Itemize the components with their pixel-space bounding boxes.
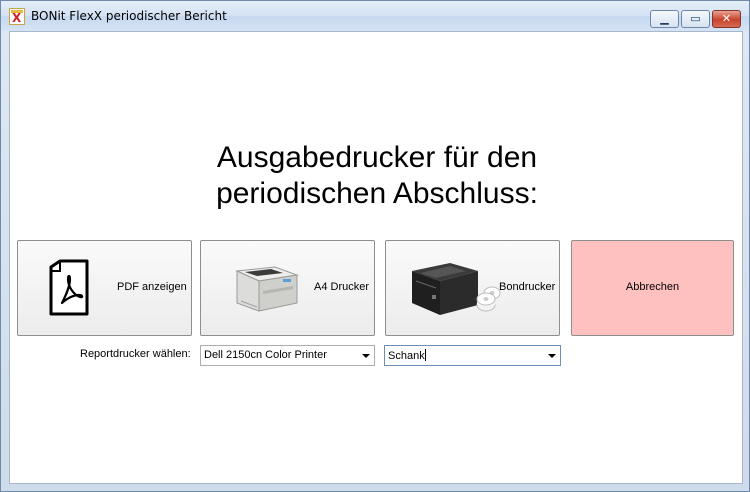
receipt-printer-button[interactable]: Bondrucker	[385, 240, 560, 336]
receipt-printer-button-label: Bondrucker	[499, 281, 556, 293]
app-window: X BONit FlexX periodischer Bericht ▁ ▭ ✕…	[0, 0, 750, 492]
maximize-icon: ▭	[690, 12, 701, 25]
chevron-down-icon[interactable]	[362, 354, 370, 358]
receipt-printer-icon	[412, 263, 501, 315]
pdf-button-label: PDF anzeigen	[117, 281, 187, 293]
chevron-down-icon[interactable]	[548, 354, 556, 358]
minimize-icon: ▁	[660, 12, 669, 25]
minimize-button[interactable]: ▁	[650, 10, 679, 28]
maximize-button[interactable]: ▭	[681, 10, 710, 28]
window-controls: ▁ ▭ ✕	[648, 10, 741, 28]
client-area: Ausgabedrucker für den periodischen Absc…	[9, 31, 743, 484]
cancel-button-label: Abbrechen	[625, 281, 680, 293]
close-icon: ✕	[721, 12, 732, 25]
page-title-line-1: Ausgabedrucker für den	[216, 141, 538, 174]
close-button[interactable]: ✕	[712, 10, 741, 28]
a4-printer-button[interactable]: A4 Drucker	[200, 240, 375, 336]
receipt-printer-select[interactable]: Schank	[384, 345, 561, 366]
laser-printer-icon	[235, 266, 299, 312]
title-bar[interactable]: X BONit FlexX periodischer Bericht ▁ ▭ ✕	[1, 1, 749, 31]
report-printer-select[interactable]: Dell 2150cn Color Printer	[200, 345, 375, 366]
pdf-button[interactable]: PDF anzeigen	[17, 240, 192, 336]
report-printer-label: Reportdrucker wählen:	[80, 348, 191, 360]
pdf-document-icon	[49, 259, 89, 316]
app-logo-icon: X	[9, 8, 25, 25]
page-title-line-2: periodischen Abschluss:	[216, 177, 538, 210]
a4-printer-button-label: A4 Drucker	[314, 281, 370, 293]
page-title: Ausgabedrucker für den periodischen Absc…	[10, 140, 744, 212]
cancel-button[interactable]: Abbrechen	[571, 240, 734, 336]
report-printer-select-value: Dell 2150cn Color Printer	[204, 349, 327, 361]
receipt-printer-select-value: Schank	[388, 349, 426, 362]
window-title: BONit FlexX periodischer Bericht	[31, 9, 227, 23]
